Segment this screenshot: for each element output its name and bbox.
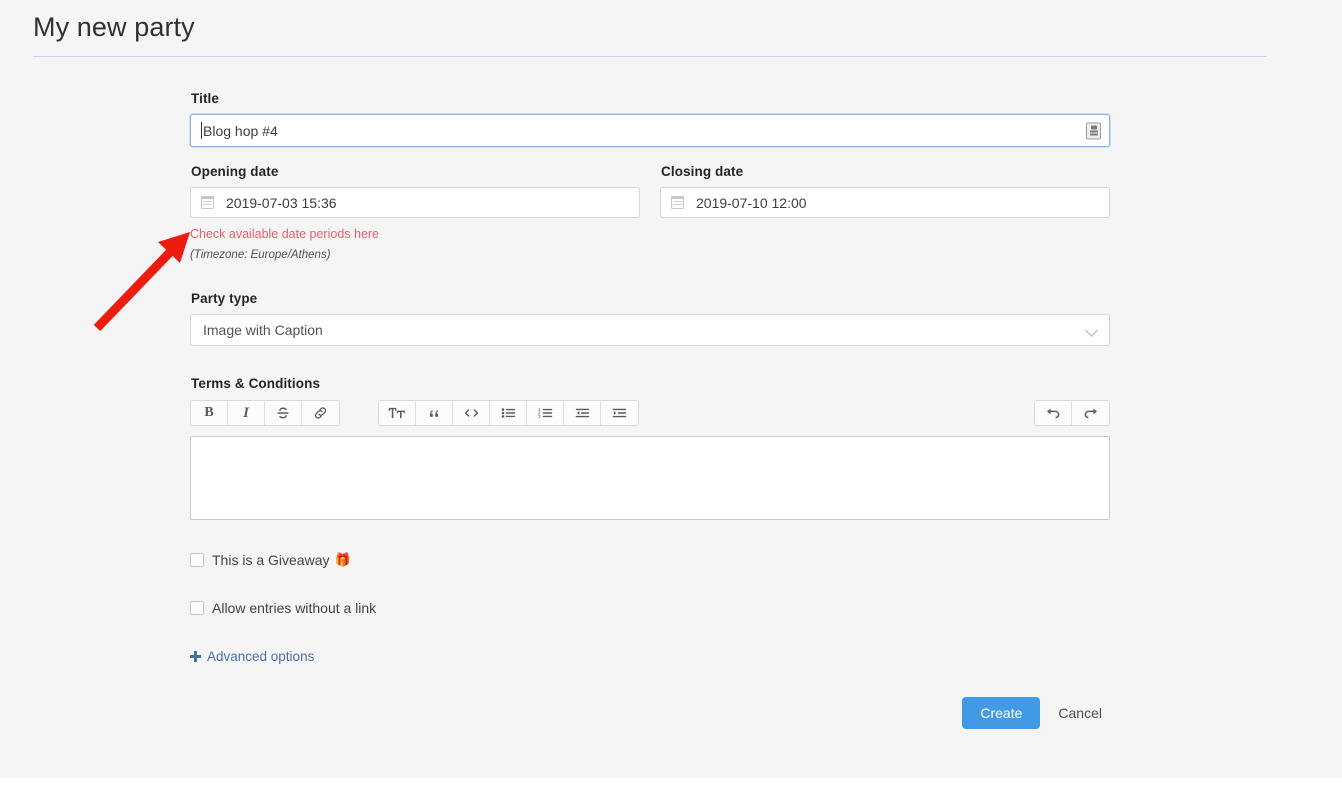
title-input-value: Blog hop #4 (203, 122, 278, 139)
text-format-group: B I (190, 400, 340, 426)
svg-text:3: 3 (538, 414, 541, 419)
bullet-list-icon (501, 408, 515, 418)
autofill-icon-middle (1089, 130, 1098, 133)
code-icon (464, 409, 478, 417)
numbered-list-icon: 1 2 3 (538, 407, 552, 419)
gift-icon: 🎁 (334, 552, 351, 567)
editor-toolbar: B I 1 2 3 (190, 400, 1110, 426)
form-actions: Create Cancel (190, 697, 1110, 729)
opening-date-label: Opening date (191, 164, 279, 179)
undo-icon (1047, 408, 1060, 419)
strikethrough-button[interactable] (265, 401, 302, 425)
autofill-icon-bottom (1089, 133, 1098, 136)
page-header: My new party (33, 6, 1267, 57)
redo-icon (1084, 408, 1097, 419)
code-button[interactable] (453, 401, 490, 425)
party-type-group: Party type Image with Caption (190, 290, 1110, 346)
closing-date-group: Closing date 2019-07-10 12:00 (660, 163, 1110, 262)
block-format-group: 1 2 3 (378, 400, 639, 426)
redo-button[interactable] (1072, 401, 1109, 425)
strikethrough-icon (277, 407, 289, 419)
history-group (1034, 400, 1110, 426)
advanced-options-link[interactable]: Advanced options (190, 649, 314, 664)
party-type-select[interactable]: Image with Caption (190, 314, 1110, 346)
allow-entries-checkbox-row[interactable]: Allow entries without a link (190, 599, 1110, 617)
opening-date-value: 2019-07-03 15:36 (226, 194, 337, 211)
closing-date-label: Closing date (661, 164, 744, 179)
page-title: My new party (33, 12, 195, 42)
closing-date-value: 2019-07-10 12:00 (696, 194, 807, 211)
party-form: Title Blog hop #4 Opening date 2019-07-0… (190, 90, 1110, 729)
check-date-periods-link[interactable]: Check available date periods here (190, 227, 379, 242)
title-input[interactable]: Blog hop #4 (190, 114, 1110, 147)
closing-date-input[interactable]: 2019-07-10 12:00 (660, 187, 1110, 218)
indent-button[interactable] (601, 401, 638, 425)
calendar-icon (671, 196, 684, 209)
quote-button[interactable] (416, 401, 453, 425)
link-icon (314, 407, 327, 419)
cancel-button[interactable]: Cancel (1050, 697, 1110, 729)
giveaway-checkbox[interactable] (190, 553, 204, 567)
calendar-icon (201, 196, 214, 209)
italic-button[interactable]: I (228, 401, 265, 425)
text-size-icon (388, 407, 405, 419)
header-divider (33, 56, 1267, 57)
autofill-icon-top (1090, 125, 1097, 130)
text-size-button[interactable] (379, 401, 416, 425)
advanced-options-label: Advanced options (207, 649, 315, 664)
indent-icon (612, 408, 627, 418)
undo-button[interactable] (1035, 401, 1072, 425)
terms-label: Terms & Conditions (191, 376, 321, 391)
text-caret (201, 122, 202, 139)
autofill-icon[interactable] (1086, 122, 1101, 139)
plus-icon (190, 651, 201, 662)
numbered-list-button[interactable]: 1 2 3 (527, 401, 564, 425)
create-button[interactable]: Create (962, 697, 1041, 729)
chevron-down-icon (1085, 324, 1098, 337)
title-label: Title (191, 91, 220, 106)
link-button[interactable] (302, 401, 339, 425)
opening-date-group: Opening date 2019-07-03 15:36 Check avai… (190, 163, 640, 262)
terms-editor[interactable] (190, 436, 1110, 520)
allow-entries-checkbox-label: Allow entries without a link (212, 600, 377, 616)
bullet-list-button[interactable] (490, 401, 527, 425)
bottom-strip (0, 778, 1342, 790)
bold-button[interactable]: B (191, 401, 228, 425)
quote-icon (430, 410, 438, 417)
allow-entries-checkbox[interactable] (190, 601, 204, 615)
opening-date-input[interactable]: 2019-07-03 15:36 (190, 187, 640, 218)
date-row: Opening date 2019-07-03 15:36 Check avai… (190, 163, 1110, 262)
party-type-label: Party type (191, 291, 258, 306)
party-type-selected-value: Image with Caption (203, 322, 323, 338)
outdent-icon (575, 408, 589, 418)
outdent-button[interactable] (564, 401, 601, 425)
giveaway-checkbox-row[interactable]: This is a Giveaway 🎁 (190, 551, 1110, 569)
title-field-group: Title Blog hop #4 (190, 90, 1110, 147)
timezone-note: (Timezone: Europe/Athens) (190, 249, 331, 261)
giveaway-checkbox-label: This is a Giveaway (212, 552, 330, 568)
terms-group: Terms & Conditions B I 1 2 3 (190, 375, 1110, 520)
